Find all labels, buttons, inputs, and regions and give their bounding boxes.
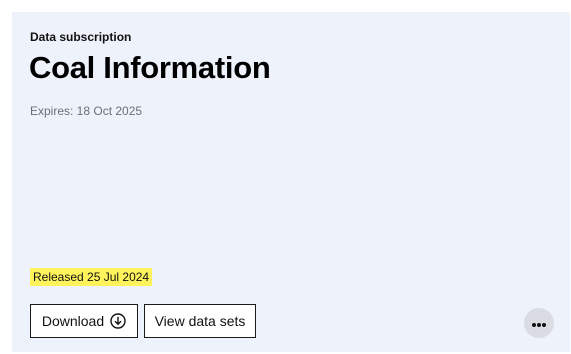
more-options-icon <box>531 316 547 331</box>
download-button[interactable]: Download <box>30 304 138 338</box>
download-button-label: Download <box>41 313 105 329</box>
card-eyebrow: Data subscription <box>30 30 132 44</box>
card-title: Coal Information <box>29 50 271 85</box>
view-data-sets-button[interactable]: View data sets <box>144 304 256 338</box>
release-badge: Released 25 Jul 2024 <box>30 268 153 286</box>
more-options-button[interactable] <box>524 308 554 338</box>
subscription-card: Data subscription Coal Information Expir… <box>12 12 570 352</box>
download-icon <box>110 313 126 329</box>
view-data-sets-label: View data sets <box>154 313 246 329</box>
expiry-date: Expires: 18 Oct 2025 <box>30 104 143 118</box>
